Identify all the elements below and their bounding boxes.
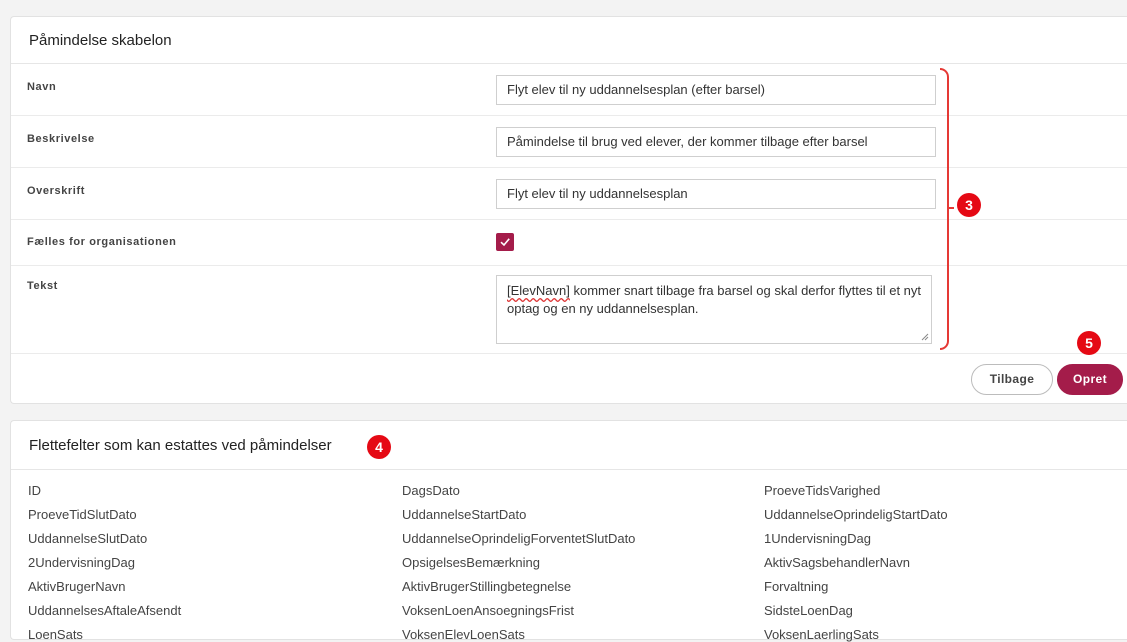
divider	[11, 265, 1127, 266]
resize-handle-icon[interactable]	[921, 333, 929, 341]
template-card: Påmindelse skabelon Navn Flyt elev til n…	[10, 16, 1127, 404]
annotation-badge-3: 3	[957, 193, 981, 217]
shared-checkbox[interactable]	[496, 233, 514, 251]
merge-fields-card: Flettefelter som kan estattes ved påmind…	[10, 420, 1127, 642]
merge-field: SidsteLoenDag	[764, 603, 853, 618]
create-button[interactable]: Opret	[1057, 364, 1123, 395]
merge-field: UddannelseOprindeligStartDato	[764, 507, 948, 522]
text-textarea[interactable]: [ElevNavn] kommer snart tilbage fra bars…	[496, 275, 932, 344]
description-input[interactable]: Påmindelse til brug ved elever, der komm…	[496, 127, 936, 157]
merge-field: ProeveTidsVarighed	[764, 483, 881, 498]
merge-field: OpsigelsesBemærkning	[402, 555, 541, 570]
description-label: Beskrivelse	[27, 133, 95, 145]
checkmark-icon	[500, 238, 510, 247]
merge-field: AktivBrugerStillingbetegnelse	[402, 579, 572, 594]
heading-input[interactable]: Flyt elev til ny uddannelsesplan	[496, 179, 936, 209]
heading-label: Overskrift	[27, 185, 85, 197]
annotation-badge-5: 5	[1077, 331, 1101, 355]
divider	[11, 219, 1127, 220]
merge-field: ID	[28, 483, 41, 498]
merge-field: VoksenLaerlingSats	[764, 627, 879, 642]
merge-field: 2UndervisningDag	[28, 555, 135, 570]
merge-field: AktivSagsbehandlerNavn	[764, 555, 910, 570]
merge-field: VoksenLoenAnsoegningsFrist	[402, 603, 575, 618]
merge-field: LoenSats	[28, 627, 83, 642]
shared-label: Fælles for organisationen	[27, 236, 177, 248]
text-body: kommer snart tilbage fra barsel og skal …	[507, 283, 922, 316]
merge-field: UddannelseSlutDato	[28, 531, 148, 546]
divider	[11, 167, 1127, 168]
divider	[11, 469, 1127, 470]
merge-field: UddannelsesAftaleAfsendt	[28, 603, 182, 618]
annotation-badge-4: 4	[367, 435, 391, 459]
divider	[11, 115, 1127, 116]
back-button[interactable]: Tilbage	[971, 364, 1053, 395]
annotation-bracket	[940, 68, 949, 350]
text-label: Tekst	[27, 280, 58, 292]
merge-field: 1UndervisningDag	[764, 531, 871, 546]
annotation-bracket-tick	[947, 207, 954, 209]
merge-field: Forvaltning	[764, 579, 829, 594]
merge-field: ProeveTidSlutDato	[28, 507, 137, 522]
merge-field: UddannelseOprindeligForventetSlutDato	[402, 531, 636, 546]
name-label: Navn	[27, 81, 57, 93]
merge-token: [ElevNavn]	[507, 283, 570, 298]
merge-field: AktivBrugerNavn	[28, 579, 126, 594]
divider	[11, 353, 1127, 354]
merge-field: VoksenElevLoenSats	[402, 627, 525, 642]
divider	[11, 63, 1127, 64]
card-title: Flettefelter som kan estattes ved påmind…	[29, 437, 332, 454]
card-title: Påmindelse skabelon	[29, 32, 172, 49]
merge-field: UddannelseStartDato	[402, 507, 527, 522]
name-input[interactable]: Flyt elev til ny uddannelsesplan (efter …	[496, 75, 936, 105]
merge-field: DagsDato	[402, 483, 460, 498]
